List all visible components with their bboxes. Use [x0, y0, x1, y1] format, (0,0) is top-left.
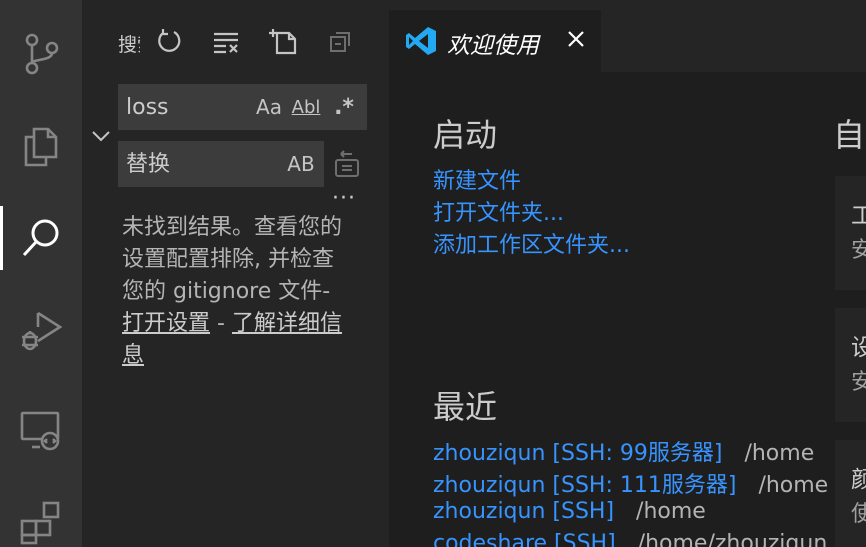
editor-tab-bar: 欢迎使用: [389, 0, 866, 72]
collapse-all-button[interactable]: [325, 24, 357, 58]
close-icon: [568, 31, 584, 47]
match-case-toggle[interactable]: Aa: [254, 92, 284, 122]
card-title: 工: [851, 203, 866, 229]
card-subtitle: 使: [851, 502, 866, 527]
card-title: 颜: [851, 467, 866, 493]
replace-field: AB: [118, 141, 324, 187]
recent-item-path: /home: [758, 473, 829, 498]
recent-item-path: /home: [636, 499, 706, 524]
add-workspace-folder-link[interactable]: 添加工作区文件夹...: [433, 227, 630, 259]
list-item: zhouziqun [SSH: 99服务器] /home: [433, 435, 814, 467]
recent-item-link[interactable]: zhouziqun [SSH: 111服务器]: [433, 473, 736, 498]
source-control-button[interactable]: [0, 12, 82, 96]
preserve-case-toggle[interactable]: AB: [284, 149, 318, 179]
customize-card[interactable]: 设 安: [835, 308, 866, 422]
clear-results-button[interactable]: [210, 24, 242, 58]
sidebar-title: 搜索: [118, 34, 140, 56]
source-control-icon: [25, 33, 59, 75]
run-debug-icon: [22, 311, 63, 351]
whole-word-toggle[interactable]: Abl: [290, 92, 322, 122]
explorer-button[interactable]: [0, 104, 82, 188]
card-subtitle: 安: [851, 370, 866, 395]
start-heading: 启动: [433, 116, 498, 154]
card-subtitle: 安: [851, 238, 866, 263]
customize-card[interactable]: 工 安: [835, 176, 866, 290]
run-debug-button[interactable]: [0, 288, 82, 372]
extensions-icon: [20, 501, 60, 545]
refresh-button[interactable]: [153, 24, 185, 58]
search-sidebar: 搜索 Aa Abl .* AB: [82, 0, 389, 547]
recent-item-link[interactable]: zhouziqun [SSH]: [433, 499, 614, 524]
regex-toggle[interactable]: .*: [328, 92, 360, 122]
clear-results-icon: [214, 32, 238, 54]
extensions-button[interactable]: [0, 480, 82, 547]
list-item: zhouziqun [SSH: 111服务器] /home: [433, 467, 828, 499]
customize-heading: 自: [833, 116, 866, 154]
replace-all-button[interactable]: [330, 141, 364, 187]
recent-item-path: /home/zhouziqun: [637, 531, 828, 547]
new-search-editor-button[interactable]: [267, 24, 299, 58]
list-item: zhouziqun [SSH] /home: [433, 499, 706, 524]
activity-bar: [0, 0, 82, 547]
more-options-button[interactable]: ···: [332, 186, 356, 211]
recent-item-link[interactable]: zhouziqun [SSH: 99服务器]: [433, 441, 722, 466]
no-results-message: 未找到结果。查看您的设置配置排除, 并检查您的 gitignore 文件-打开设…: [122, 215, 343, 368]
search-input[interactable]: [118, 94, 248, 120]
remote-explorer-icon: [20, 411, 60, 451]
open-folder-link[interactable]: 打开文件夹...: [433, 195, 564, 227]
search-field: Aa Abl .*: [118, 84, 367, 130]
tab-close-button[interactable]: [561, 24, 591, 54]
welcome-page: 启动 新建文件 打开文件夹... 添加工作区文件夹... 最近 zhouziqu…: [389, 72, 866, 547]
replace-all-icon: [335, 150, 359, 177]
remote-explorer-button[interactable]: [0, 388, 82, 472]
customize-card[interactable]: 颜 使: [835, 440, 866, 547]
collapse-all-icon: [330, 32, 350, 52]
open-settings-link[interactable]: 打开设置: [122, 311, 210, 336]
search-icon: [22, 219, 59, 257]
new-file-link[interactable]: 新建文件: [433, 163, 521, 195]
tab-welcome[interactable]: 欢迎使用: [389, 10, 601, 72]
vscode-logo-icon: [406, 27, 436, 55]
search-view-button[interactable]: [0, 196, 82, 280]
recent-heading: 最近: [433, 388, 498, 426]
chevron-down-icon[interactable]: [90, 124, 112, 146]
recent-item-path: /home: [744, 441, 815, 466]
list-item: codeshare [SSH] /home/zhouziqun: [433, 531, 827, 547]
new-search-editor-icon: [269, 29, 297, 55]
refresh-icon: [158, 29, 181, 52]
tab-label: 欢迎使用: [447, 33, 539, 59]
replace-input[interactable]: [118, 151, 248, 177]
recent-item-link[interactable]: codeshare [SSH]: [433, 531, 616, 547]
card-title: 设: [851, 335, 866, 361]
files-icon: [24, 127, 58, 167]
